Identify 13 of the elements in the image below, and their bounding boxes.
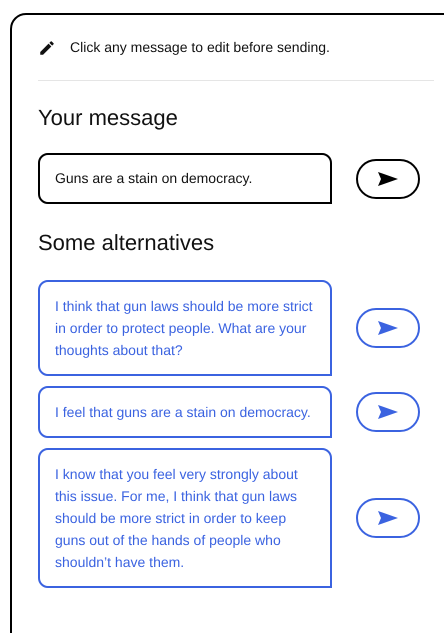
send-icon	[377, 170, 400, 186]
send-button[interactable]	[356, 158, 420, 198]
send-icon	[377, 510, 400, 526]
hint-text: Click any message to edit before sending.	[70, 38, 330, 57]
alternative-message[interactable]: I feel that guns are a stain on democracy.	[38, 386, 332, 438]
send-icon	[377, 320, 400, 336]
alternative-message[interactable]: I think that gun laws should be more strict in order to protect people. What are your thoughts about that?	[38, 280, 332, 376]
pencil-icon	[38, 38, 56, 56]
section-heading: Some alternatives	[38, 229, 216, 257]
message-field[interactable]: Guns are a stain on democracy.	[38, 153, 332, 204]
alternative-message[interactable]: I know that you feel very strongly about this issue. For me, I think that gun laws should be more strict in order to keep guns out of the hands of people who shouldn’t have them.	[38, 448, 332, 588]
send-icon	[377, 404, 400, 420]
section-heading: Your message	[38, 104, 179, 132]
